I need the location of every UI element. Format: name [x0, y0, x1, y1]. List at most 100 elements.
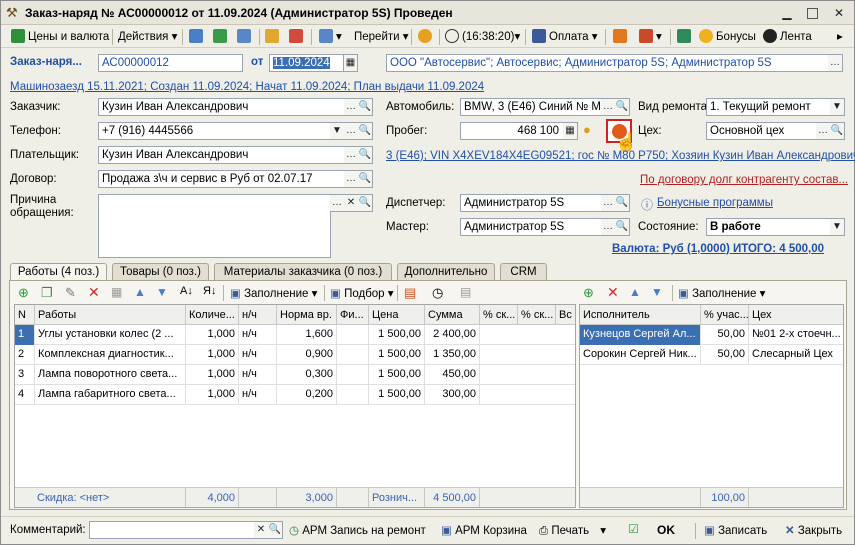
dispatcher-field[interactable]: Администратор 5S	[460, 194, 602, 212]
col-discount-2[interactable]: % ск...	[518, 305, 556, 325]
col-fi[interactable]: Фи...	[337, 305, 369, 325]
payment-menu[interactable]: Оплата ▾	[532, 28, 598, 46]
sort-asc-icon[interactable]: A↓	[180, 285, 193, 297]
phone-field[interactable]: +7 (916) 4445566	[98, 122, 331, 140]
maximize-button[interactable]	[807, 8, 818, 19]
reason-clear-button[interactable]: ✕	[344, 194, 359, 212]
report-icon[interactable]: ▤	[460, 285, 471, 299]
refresh-button[interactable]	[213, 28, 230, 46]
customer-field[interactable]: Кузин Иван Александрович	[98, 98, 345, 116]
reason-select-button[interactable]: …	[330, 194, 345, 212]
calendar-button[interactable]: ▦	[343, 54, 358, 72]
state-dropdown[interactable]: ▼	[830, 218, 845, 236]
goto-menu[interactable]: Перейти ▾	[354, 28, 409, 46]
contract-open-button[interactable]: 🔍	[358, 170, 373, 188]
repair-type-dropdown[interactable]: ▼	[830, 98, 845, 116]
total-link[interactable]: Валюта: Руб (1,0000) ИТОГО: 4 500,00	[612, 243, 824, 255]
history-button[interactable]	[289, 28, 306, 46]
bonus-programs-link[interactable]: Бонусные программы	[657, 197, 773, 209]
doc-date-field[interactable]: 11.09.2024	[269, 54, 344, 72]
minimize-button[interactable]: ▁	[779, 5, 795, 21]
customer-open-button[interactable]: 🔍	[358, 98, 373, 116]
sort-desc-icon[interactable]: Я↓	[203, 285, 216, 297]
route-button[interactable]: ▾	[319, 28, 342, 46]
organization-field[interactable]: ООО "Автосервис"; Автосервис; Администра…	[386, 54, 829, 72]
doc-status-button[interactable]: ▾	[639, 28, 662, 46]
feed-button[interactable]: Лента	[763, 28, 812, 46]
works-fill-menu[interactable]: ▣ Заполнение ▾	[230, 286, 317, 300]
doc-number-field[interactable]: АС00000012	[98, 54, 243, 72]
delete-icon[interactable]: ✕	[88, 284, 100, 301]
signature-button[interactable]	[613, 28, 630, 46]
col-shop[interactable]: Цех	[749, 305, 843, 325]
reason-open-button[interactable]: 🔍	[358, 194, 373, 212]
col-discount-1[interactable]: % ск...	[480, 305, 518, 325]
post-icon[interactable]: ▦	[111, 285, 122, 299]
nav-back-button[interactable]	[189, 28, 206, 46]
shop-button[interactable]	[677, 28, 694, 46]
master-open-button[interactable]: 🔍	[615, 218, 630, 236]
phone-select-button[interactable]: …	[344, 122, 359, 140]
payer-select-button[interactable]: …	[344, 146, 359, 164]
add-icon[interactable]: ⊕	[18, 285, 29, 301]
car-field[interactable]: BMW, 3 (E46) Синий № М80	[460, 98, 602, 116]
prices-button[interactable]: Цены и валюта	[11, 28, 109, 46]
tab-additional[interactable]: Дополнительно	[397, 263, 495, 280]
comment-clear-button[interactable]: ✕	[254, 521, 269, 539]
close-window-button[interactable]: ✕	[831, 5, 847, 21]
close-button[interactable]: ✕ Закрыть	[785, 523, 842, 537]
col-executor[interactable]: Исполнитель	[580, 305, 701, 325]
arm-cart-button[interactable]: ▣ АРМ Корзина	[441, 523, 527, 537]
move-down-icon[interactable]: ▼	[156, 285, 168, 299]
col-price[interactable]: Цена	[369, 305, 425, 325]
state-select[interactable]: В работе	[706, 218, 831, 236]
add-set-icon[interactable]: ▤	[404, 285, 416, 301]
help-button[interactable]	[418, 28, 435, 46]
comment-open-button[interactable]: 🔍	[268, 521, 283, 539]
table-row[interactable]: Кузнецов Сергей Ал... 50,00 №01 2-х стое…	[580, 325, 843, 345]
comment-field[interactable]	[89, 521, 255, 539]
table-row[interactable]: 1 Углы установки колес (2 ... 1,000 н/ч …	[15, 325, 575, 345]
col-work[interactable]: Работы	[35, 305, 186, 325]
organization-select-button[interactable]: …	[828, 54, 843, 72]
tab-customer-materials[interactable]: Материалы заказчика (0 поз.)	[214, 263, 392, 280]
payer-open-button[interactable]: 🔍	[358, 146, 373, 164]
new-based-button[interactable]	[265, 28, 282, 46]
col-unit[interactable]: н/ч	[239, 305, 277, 325]
phone-open-button[interactable]: 🔍	[358, 122, 373, 140]
contract-field[interactable]: Продажа з\ч и сервис в Руб от 02.07.17	[98, 170, 345, 188]
works-pick-menu[interactable]: ▣ Подбор ▾	[330, 286, 394, 300]
mileage-calc-button[interactable]: ▦	[563, 122, 578, 140]
master-field[interactable]: Администратор 5S	[460, 218, 602, 236]
checkbox-icon[interactable]: ☑	[628, 522, 639, 536]
col-all[interactable]: Вс	[556, 305, 575, 325]
table-row[interactable]: 3 Лампа поворотного света... 1,000 н/ч 0…	[15, 365, 575, 385]
shop-open-button[interactable]: 🔍	[830, 122, 845, 140]
phone-dropdown-button[interactable]: ▼	[330, 122, 345, 140]
actions-menu[interactable]: Действия ▾	[118, 28, 177, 46]
structure-button[interactable]	[237, 28, 254, 46]
move-up-icon[interactable]: ▲	[134, 285, 146, 299]
timer-icon[interactable]: ◷	[432, 285, 443, 301]
tab-goods[interactable]: Товары (0 поз.)	[112, 263, 209, 280]
contract-select-button[interactable]: …	[344, 170, 359, 188]
info-link[interactable]: Машинозаезд 15.11.2021; Создан 11.09.202…	[10, 81, 484, 93]
table-row[interactable]: Сорокин Сергей Ник... 50,00 Слесарный Це…	[580, 345, 843, 365]
ok-button[interactable]: OK	[657, 523, 675, 537]
table-row[interactable]: 4 Лампа габаритного света... 1,000 н/ч 0…	[15, 385, 575, 405]
col-n[interactable]: N	[15, 305, 35, 325]
col-sum[interactable]: Сумма	[425, 305, 480, 325]
arm-record-button[interactable]: ◷ АРМ Запись на ремонт	[289, 523, 426, 537]
dispatcher-open-button[interactable]: 🔍	[615, 194, 630, 212]
customer-select-button[interactable]: …	[344, 98, 359, 116]
car-select-button[interactable]: …	[601, 98, 616, 116]
executor-delete-icon[interactable]: ✕	[607, 284, 619, 301]
print-menu[interactable]: ⎙ Печать ▾	[539, 523, 606, 538]
payer-field[interactable]: Кузин Иван Александрович	[98, 146, 345, 164]
edit-icon[interactable]: ✎	[65, 285, 76, 301]
executor-add-icon[interactable]: ⊕	[583, 285, 594, 301]
reason-textarea[interactable]	[98, 194, 331, 258]
repair-type-select[interactable]: 1. Текущий ремонт	[706, 98, 831, 116]
copy-icon[interactable]: ❐	[41, 285, 53, 301]
tab-works[interactable]: Работы (4 поз.)	[10, 263, 107, 281]
